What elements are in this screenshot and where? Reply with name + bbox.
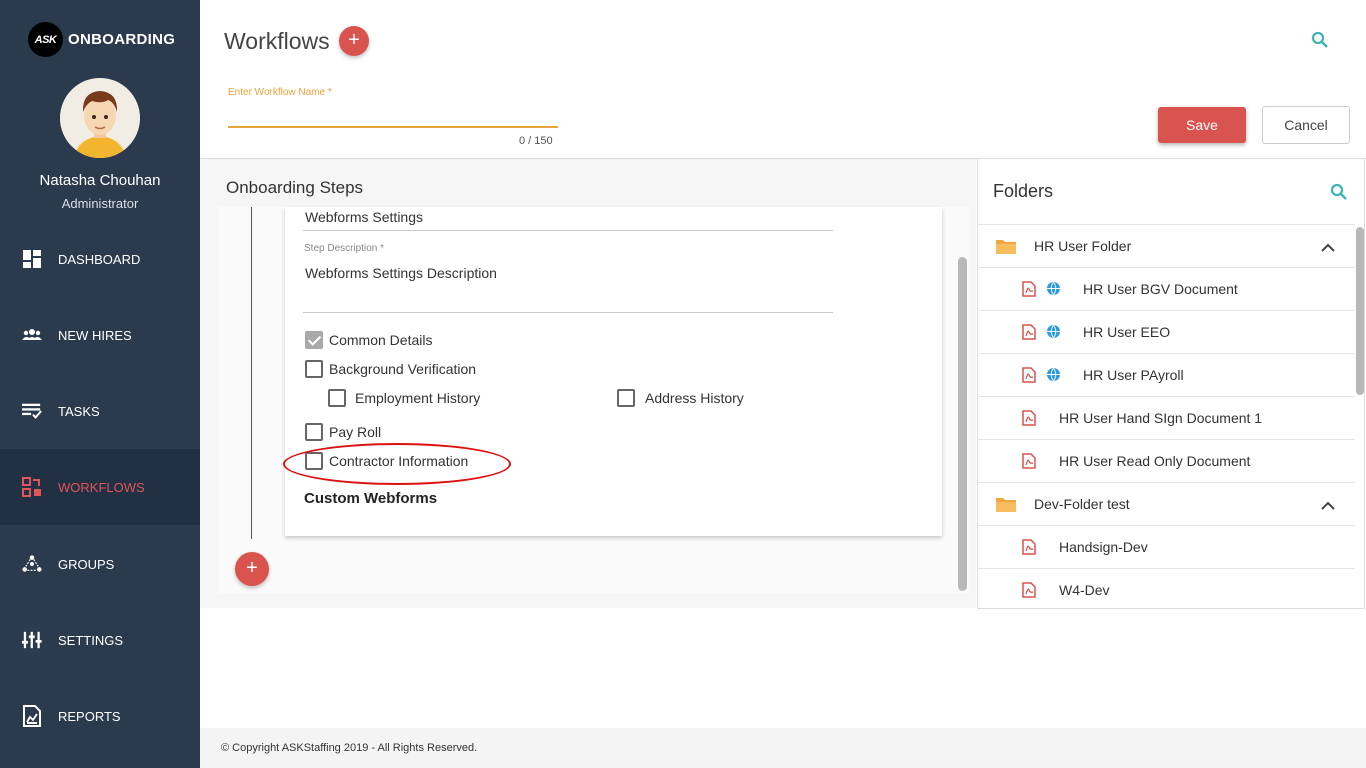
document-label: HR User BGV Document: [1083, 281, 1238, 297]
pdf-icon: [1022, 367, 1036, 386]
document-label: Handsign-Dev: [1059, 539, 1148, 555]
folder-row[interactable]: Dev-Folder test: [978, 482, 1355, 525]
nav-reports-label: REPORTS: [58, 708, 121, 724]
steps-title: Onboarding Steps: [226, 178, 364, 197]
contractor-information-checkbox[interactable]: [305, 452, 323, 470]
document-row[interactable]: W4-Dev: [978, 568, 1355, 608]
save-button[interactable]: Save: [1158, 107, 1246, 143]
background-verification-checkbox[interactable]: [305, 360, 323, 378]
char-counter: 0 / 150: [519, 135, 553, 147]
people-icon: [22, 325, 42, 345]
nav-new-hires[interactable]: NEW HIRES: [0, 297, 200, 373]
pdf-icon: [1022, 582, 1036, 601]
document-row[interactable]: HR User Read Only Document: [978, 439, 1355, 482]
sliders-icon: [22, 630, 42, 650]
step-timeline-line: [251, 207, 252, 539]
nav-tasks[interactable]: TASKS: [0, 373, 200, 449]
common-details-label: Common Details: [329, 332, 433, 348]
pdf-icon: [1022, 410, 1036, 429]
brand-name: ONBOARDING: [68, 31, 176, 48]
folder-row[interactable]: HR User Folder: [978, 224, 1355, 267]
folders-list: HR User Folder HR User BGV Document HR U…: [978, 224, 1355, 608]
contractor-information-label: Contractor Information: [329, 453, 469, 469]
employment-history-label: Employment History: [355, 390, 481, 406]
document-row[interactable]: HR User BGV Document: [978, 267, 1355, 310]
pay-roll-checkbox[interactable]: [305, 423, 323, 441]
pdf-icon: [1022, 453, 1036, 472]
custom-webforms-heading: Custom Webforms: [304, 490, 438, 507]
report-icon: [22, 705, 42, 727]
page-title: Workflows: [224, 28, 330, 54]
step-description-value[interactable]: Webforms Settings Description: [305, 265, 497, 281]
nav-dashboard[interactable]: DASHBOARD: [0, 221, 200, 297]
copyright-text: © Copyright ASKStaffing 2019 - All Right…: [221, 742, 478, 754]
user-role: Administrator: [61, 196, 139, 211]
folder-icon: [996, 238, 1016, 257]
folders-panel: Folders HR User Folder HR User BGV Docum…: [977, 159, 1365, 609]
folder-icon: [996, 496, 1016, 515]
sidebar: ASK ONBOARDING Natasha Chouhan Administr…: [0, 0, 200, 768]
document-row[interactable]: HR User EEO: [978, 310, 1355, 353]
user-name: Natasha Chouhan: [39, 172, 161, 189]
groups-icon: [22, 554, 42, 574]
document-label: HR User Read Only Document: [1059, 453, 1251, 469]
search-icon[interactable]: [1311, 31, 1329, 54]
document-row[interactable]: Handsign-Dev: [978, 525, 1355, 568]
steps-scrollbar-thumb[interactable]: [958, 257, 967, 591]
chevron-up-icon[interactable]: [1321, 498, 1335, 514]
address-history-checkbox[interactable]: [617, 389, 635, 407]
document-label: HR User PAyroll: [1083, 367, 1184, 383]
document-row[interactable]: HR User PAyroll: [978, 353, 1355, 396]
tasks-icon: [22, 401, 42, 421]
document-label: HR User Hand SIgn Document 1: [1059, 410, 1263, 426]
step-description-underline: [303, 312, 833, 313]
nav-groups[interactable]: GROUPS: [0, 526, 200, 602]
cancel-button[interactable]: Cancel: [1262, 106, 1350, 144]
folders-search-icon[interactable]: [1330, 183, 1348, 206]
chevron-up-icon[interactable]: [1321, 240, 1335, 256]
avatar: [60, 78, 140, 158]
employment-history-checkbox[interactable]: [328, 389, 346, 407]
pdf-icon: [1022, 539, 1036, 558]
common-details-checkbox[interactable]: [305, 331, 323, 349]
pdf-icon: [1022, 324, 1036, 343]
brand[interactable]: ASK ONBOARDING: [28, 22, 175, 57]
nav-dashboard-label: DASHBOARD: [58, 251, 141, 267]
document-label: HR User EEO: [1083, 324, 1171, 340]
step-description-label: Step Description *: [304, 243, 385, 254]
background-verification-label: Background Verification: [329, 361, 477, 377]
pdf-icon: [1022, 281, 1036, 300]
workflow-name-label: Enter Workflow Name *: [228, 87, 332, 98]
dashboard-icon: [22, 249, 42, 269]
folders-title: Folders: [993, 181, 1054, 201]
nav-new-hires-label: NEW HIRES: [58, 327, 132, 343]
folder-label: HR User Folder: [1034, 238, 1132, 254]
avatar-illustration: [60, 78, 140, 158]
globe-icon: [1046, 367, 1061, 385]
nav-workflows-label: WORKFLOWS: [58, 479, 145, 495]
folder-label: Dev-Folder test: [1034, 496, 1130, 512]
step-name-value[interactable]: Webforms Settings: [305, 209, 423, 225]
nav-tasks-label: TASKS: [58, 403, 100, 419]
document-label: W4-Dev: [1059, 582, 1110, 598]
nav-settings-label: SETTINGS: [58, 632, 124, 648]
nav-settings[interactable]: SETTINGS: [0, 602, 200, 678]
nav-groups-label: GROUPS: [58, 556, 115, 572]
globe-icon: [1046, 281, 1061, 299]
globe-icon: [1046, 324, 1061, 342]
address-history-label: Address History: [645, 390, 744, 406]
add-workflow-button[interactable]: +: [339, 26, 369, 56]
workflow-name-input[interactable]: [228, 104, 558, 128]
brand-logo: ASK: [28, 22, 63, 57]
nav-reports[interactable]: REPORTS: [0, 678, 200, 754]
folders-scrollbar-thumb[interactable]: [1356, 227, 1364, 395]
add-step-button[interactable]: +: [235, 552, 269, 586]
workflow-icon: [22, 477, 42, 497]
pay-roll-label: Pay Roll: [329, 424, 382, 440]
document-row[interactable]: HR User Hand SIgn Document 1: [978, 396, 1355, 439]
nav-workflows[interactable]: WORKFLOWS: [0, 449, 200, 525]
step-name-underline: [303, 230, 833, 231]
